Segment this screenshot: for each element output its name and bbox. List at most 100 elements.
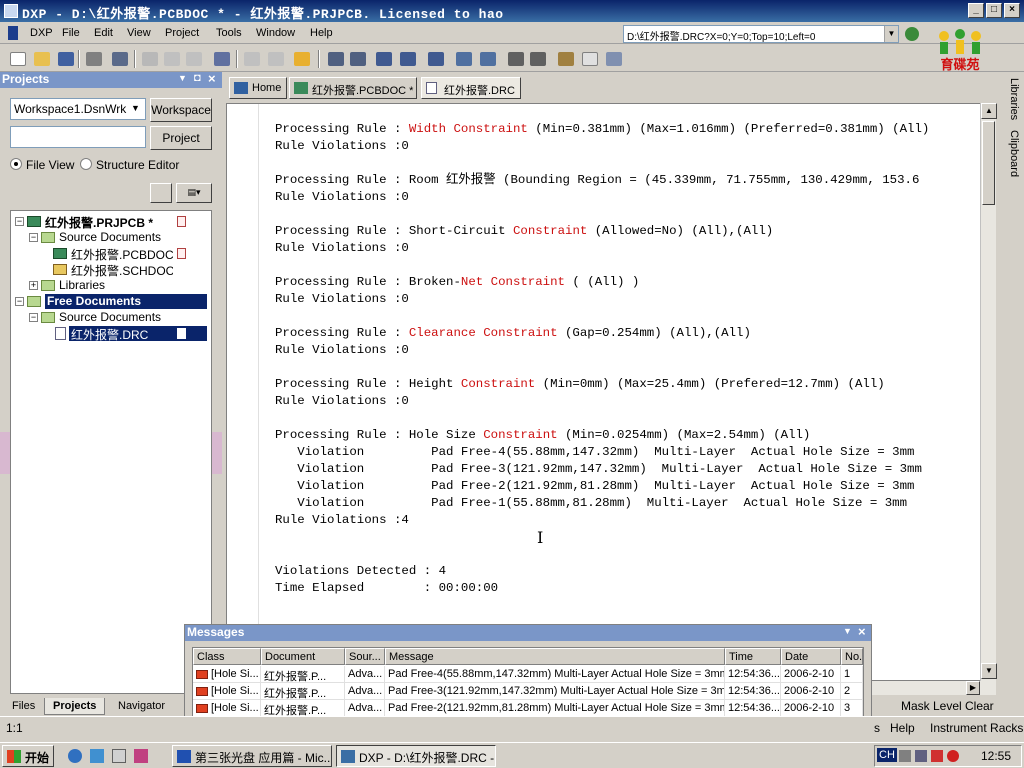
chevron-down-icon[interactable]: ▼	[131, 103, 140, 113]
horizontal-scrollbar[interactable]: ▶	[870, 681, 996, 695]
scroll-up-arrow-icon[interactable]: ▲	[981, 103, 997, 119]
cut-icon[interactable]	[142, 52, 158, 66]
outlook-icon[interactable]	[90, 749, 104, 763]
column-header[interactable]: Document	[261, 648, 345, 665]
workspace-combo[interactable]: Workspace1.DsnWrk ▼	[10, 98, 146, 120]
security-icon[interactable]	[931, 750, 943, 762]
minimize-button[interactable]: _	[968, 3, 984, 18]
clear-button[interactable]: Clear	[965, 699, 994, 713]
print-preview-icon[interactable]	[112, 52, 128, 66]
tree-item-schdoc[interactable]: 红外报警.SCHDOC	[11, 262, 211, 278]
tab-libraries[interactable]: Libraries	[1000, 78, 1020, 120]
hint-icon[interactable]	[294, 52, 310, 66]
print-icon[interactable]	[86, 52, 102, 66]
tree-item-source-documents[interactable]: − Source Documents	[11, 230, 211, 246]
table-row[interactable]: [Hole Si... 红外报警.P... Adva... Pad Free-2(12…	[193, 700, 863, 717]
tab-home[interactable]: Home	[229, 77, 287, 99]
save-icon[interactable]	[58, 52, 74, 66]
page-icon[interactable]	[582, 52, 598, 66]
search-next-icon[interactable]	[428, 52, 444, 66]
replace-icon[interactable]	[376, 52, 392, 66]
indent-icon[interactable]	[328, 52, 344, 66]
tree-item-project[interactable]: − 红外报警.PRJPCB *	[11, 214, 211, 230]
menu-help[interactable]: Help	[310, 27, 333, 39]
table-row[interactable]: [Hole Si... 红外报警.P... Adva... Pad Free-3(12…	[193, 683, 863, 700]
tree-item-pcbdoc[interactable]: 红外报警.PCBDOC	[11, 246, 211, 262]
ie-icon[interactable]	[68, 749, 82, 763]
menu-project[interactable]: Project	[165, 27, 199, 39]
tab-instrument-racks[interactable]: Instrument Racks	[930, 721, 1023, 735]
column-header[interactable]: Sour...	[345, 648, 385, 665]
workspace-button[interactable]: Workspace	[150, 98, 212, 122]
undo-icon[interactable]	[244, 52, 260, 66]
copy-icon[interactable]	[164, 52, 180, 66]
menu-file[interactable]: File	[62, 27, 80, 39]
scroll-right-arrow-icon[interactable]: ▶	[966, 681, 980, 695]
project-combo[interactable]	[10, 126, 146, 148]
tab-system[interactable]: s	[874, 721, 880, 735]
tree-item-free-source-documents[interactable]: − Source Documents	[11, 310, 211, 326]
paste-icon[interactable]	[186, 52, 202, 66]
open-folder-icon[interactable]	[34, 52, 50, 66]
media-icon[interactable]	[134, 749, 148, 763]
column-header[interactable]: Date	[781, 648, 841, 665]
outdent-icon[interactable]	[350, 52, 366, 66]
close-button[interactable]: ×	[1004, 3, 1020, 18]
bookmark-next-icon[interactable]	[530, 52, 546, 66]
back-arrow-icon[interactable]	[905, 27, 919, 41]
menu-edit[interactable]: Edit	[94, 27, 113, 39]
vertical-scrollbar[interactable]: ▲ ▼	[980, 103, 997, 681]
spell-abc-icon[interactable]	[456, 52, 472, 66]
new-document-icon[interactable]	[10, 52, 26, 66]
bookmark-icon[interactable]	[508, 52, 524, 66]
network-icon[interactable]	[915, 750, 927, 762]
tab-help[interactable]: Help	[890, 721, 915, 735]
menu-tools[interactable]: Tools	[216, 27, 242, 39]
panel-close-icon[interactable]: ×	[208, 71, 216, 86]
column-header[interactable]: Message	[385, 648, 725, 665]
project-options-icon[interactable]	[150, 183, 172, 203]
spell-check-icon[interactable]	[480, 52, 496, 66]
document-menu-icon[interactable]: ▤▾	[176, 183, 212, 203]
column-header[interactable]: Class	[193, 648, 261, 665]
panel-menu-icon[interactable]: ▼	[843, 626, 852, 636]
tab-pcbdoc[interactable]: 红外报警.PCBDOC *	[289, 77, 417, 99]
structure-editor-radio[interactable]	[80, 158, 92, 170]
macro-icon[interactable]	[558, 52, 574, 66]
menu-dxp[interactable]: DXP	[30, 27, 53, 39]
find-replace-icon[interactable]	[400, 52, 416, 66]
list-icon[interactable]	[606, 52, 622, 66]
scroll-down-arrow-icon[interactable]: ▼	[981, 663, 997, 679]
tab-files[interactable]: Files	[4, 698, 43, 715]
column-header[interactable]: No.	[841, 648, 863, 665]
maximize-button[interactable]: □	[986, 3, 1002, 18]
desktop-icon[interactable]	[112, 749, 126, 763]
column-header[interactable]: Time	[725, 648, 781, 665]
tab-clipboard[interactable]: Clipboard	[1000, 130, 1020, 177]
pin-icon[interactable]: ◘	[194, 72, 201, 84]
keyboard-icon[interactable]	[899, 750, 911, 762]
mask-level-button[interactable]: Mask Level	[901, 699, 962, 713]
panel-menu-icon[interactable]: ▼	[178, 73, 187, 83]
ime-indicator[interactable]: CH	[877, 748, 897, 762]
start-button[interactable]: 开始	[2, 745, 54, 767]
tab-projects[interactable]: Projects	[44, 698, 106, 715]
project-button[interactable]: Project	[150, 126, 212, 150]
tree-item-drc[interactable]: 红外报警.DRC	[11, 326, 211, 342]
chevron-down-icon[interactable]: ▼	[884, 26, 898, 42]
drc-report-editor[interactable]: Processing Rule : Width Constraint (Min=…	[226, 103, 996, 681]
find-icon[interactable]	[214, 52, 230, 66]
tree-item-libraries[interactable]: + Libraries	[11, 278, 211, 294]
redo-icon[interactable]	[268, 52, 284, 66]
scroll-thumb[interactable]	[982, 121, 995, 205]
table-row[interactable]: [Hole Si... 红外报警.P... Adva... Pad Free-4(55…	[193, 666, 863, 683]
menu-window[interactable]: Window	[256, 27, 295, 39]
task-dxp[interactable]: DXP - D:\红外报警.DRC -...	[336, 745, 496, 767]
panel-close-icon[interactable]: ×	[858, 624, 866, 639]
menu-view[interactable]: View	[127, 27, 151, 39]
tab-navigator[interactable]: Navigator	[110, 698, 173, 715]
document-path-combo[interactable]: D:\红外报警.DRC?X=0;Y=0;Top=10;Left=0 ▼	[623, 25, 899, 43]
antivirus-icon[interactable]	[947, 750, 959, 762]
tab-drc[interactable]: 红外报警.DRC	[421, 77, 521, 99]
file-view-radio[interactable]	[10, 158, 22, 170]
